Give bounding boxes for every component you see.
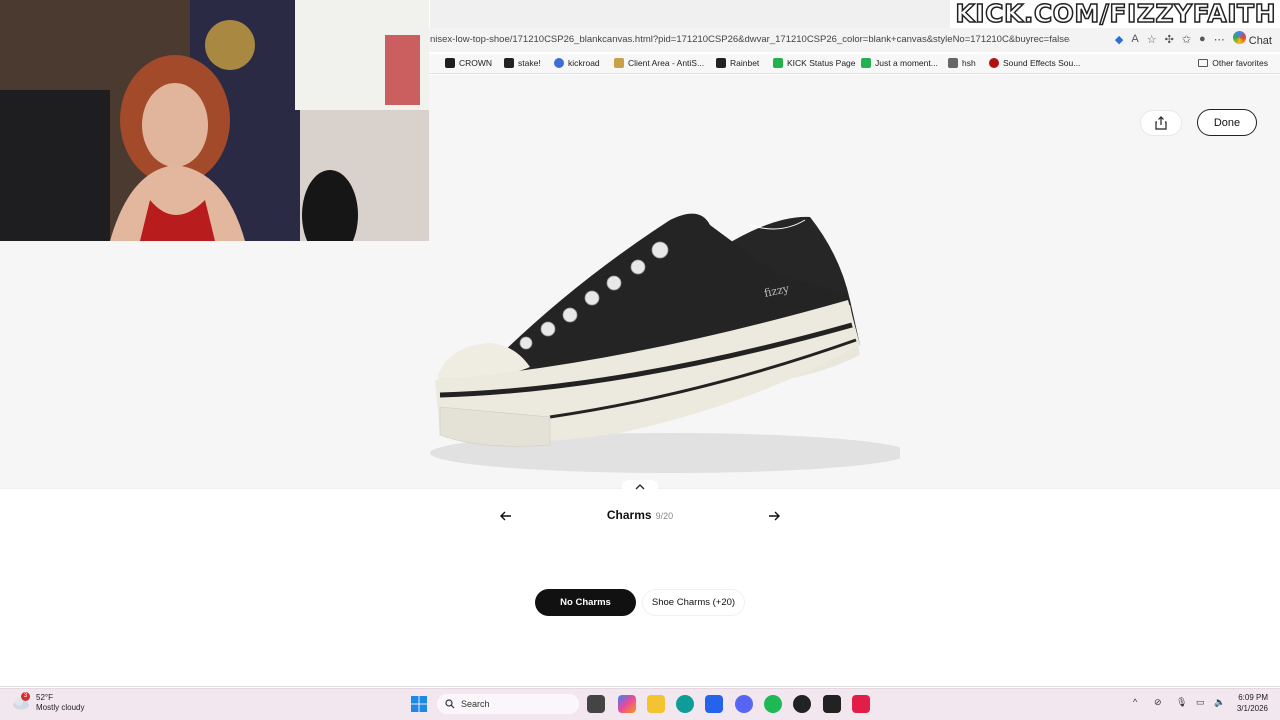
bookmark-favicon-icon: [554, 58, 564, 68]
windows-start-icon[interactable]: [410, 695, 428, 713]
volume-icon[interactable]: 🔈: [1214, 697, 1225, 708]
copilot-icon: [1232, 31, 1246, 44]
bookmark-favicon-icon: [773, 58, 783, 68]
stream-watermark: KICK.COM/FIZZYFAITH: [955, 0, 1277, 28]
copilot-taskbar-icon[interactable]: [618, 695, 636, 713]
display-icon[interactable]: ▭: [1196, 697, 1205, 708]
bookmark-stake[interactable]: stake!: [504, 58, 541, 68]
page-bottom-border: [0, 686, 1280, 687]
no-charms-option[interactable]: No Charms: [535, 589, 636, 616]
system-clock[interactable]: 6:09 PM 3/1/2026: [1232, 692, 1268, 714]
more-menu-icon[interactable]: ⋯: [1214, 33, 1225, 46]
share-icon: [1155, 116, 1167, 130]
task-view-icon[interactable]: [587, 695, 605, 713]
microphone-icon[interactable]: 🎙: [1176, 697, 1187, 708]
webcam-overlay: [0, 0, 429, 241]
show-hidden-icons-chevron-icon[interactable]: ^: [1133, 697, 1137, 707]
bookmark-crown[interactable]: CROWN: [445, 58, 492, 68]
shield-icon[interactable]: ◆: [1115, 33, 1123, 46]
bookmark-favicon-icon: [614, 58, 624, 68]
chat-button[interactable]: Chat: [1232, 31, 1272, 47]
store-icon[interactable]: [705, 695, 723, 713]
category-counter: 9/20: [655, 511, 674, 521]
bookmark-kick-status[interactable]: KICK Status Page: [773, 58, 856, 68]
bookmark-kickroad[interactable]: kickroad: [554, 58, 600, 68]
chevron-up-icon: [635, 484, 645, 490]
favorite-star-icon[interactable]: ☆: [1147, 33, 1157, 46]
network-icon[interactable]: ⊘: [1154, 697, 1162, 708]
bookmark-hsh[interactable]: hsh: [948, 58, 976, 68]
edge-browser-icon[interactable]: [676, 695, 694, 713]
read-aloud-icon[interactable]: A: [1131, 33, 1138, 45]
bookmark-favicon-icon: [716, 58, 726, 68]
shoe-3d-model[interactable]: fizzy: [420, 195, 900, 480]
bookmark-favicon-icon: [504, 58, 514, 68]
extensions-icon[interactable]: ✣: [1165, 33, 1174, 46]
done-button[interactable]: Done: [1197, 109, 1257, 136]
address-bar-actions: ◆ A ☆ ✣ ✩ ● ⋯ Chat: [1115, 31, 1272, 47]
previous-category-button[interactable]: [497, 507, 515, 525]
chat-label: Chat: [1248, 35, 1272, 47]
search-placeholder: Search: [461, 699, 490, 709]
arrow-left-icon: [500, 511, 511, 521]
app-red-icon[interactable]: [852, 695, 870, 713]
category-name: Charms: [606, 508, 652, 522]
profile-icon[interactable]: ●: [1199, 33, 1206, 45]
bookmark-sound-effects[interactable]: Sound Effects Sou...: [989, 58, 1080, 68]
collapse-panel-button[interactable]: [622, 480, 658, 494]
arrow-right-icon: [769, 511, 780, 521]
url-text[interactable]: nisex-low-top-shoe/171210CSP26_blankcanv…: [430, 34, 1070, 45]
windows-taskbar: [0, 688, 1280, 720]
weather-badge: 3: [21, 692, 30, 701]
taskbar-search[interactable]: Search: [437, 694, 579, 714]
obs-icon[interactable]: [793, 695, 811, 713]
spotify-icon[interactable]: [764, 695, 782, 713]
weather-desc: Mostly cloudy: [36, 703, 85, 712]
bookmark-favicon-icon: [445, 58, 455, 68]
clock-time: 6:09 PM: [1238, 693, 1268, 702]
weather-text: 52°F Mostly cloudy: [36, 693, 84, 713]
category-title: Charms 9/20: [550, 508, 730, 522]
bookmark-favicon-icon: [948, 58, 958, 68]
bookmark-favicon-icon: [861, 58, 871, 68]
bookmark-rainbet[interactable]: Rainbet: [716, 58, 759, 68]
share-button[interactable]: [1140, 110, 1182, 136]
weather-temp: 52°F: [36, 693, 53, 702]
search-icon: [445, 699, 455, 709]
other-favorites[interactable]: Other favorites: [1198, 58, 1268, 68]
clock-date: 3/1/2026: [1236, 704, 1268, 713]
epic-games-icon[interactable]: [823, 695, 841, 713]
bookmark-client-area[interactable]: Client Area - AntiS...: [614, 58, 704, 68]
file-explorer-icon[interactable]: [647, 695, 665, 713]
folder-icon: [1198, 59, 1209, 67]
bookmark-favicon-icon: [989, 58, 999, 68]
bookmark-just-a-moment[interactable]: Just a moment...: [861, 58, 938, 68]
next-category-button[interactable]: [765, 507, 783, 525]
browser-tab-strip: [430, 0, 950, 28]
shoe-charms-option[interactable]: Shoe Charms (+20): [642, 589, 745, 616]
favorites-icon[interactable]: ✩: [1182, 33, 1191, 46]
discord-icon[interactable]: [735, 695, 753, 713]
